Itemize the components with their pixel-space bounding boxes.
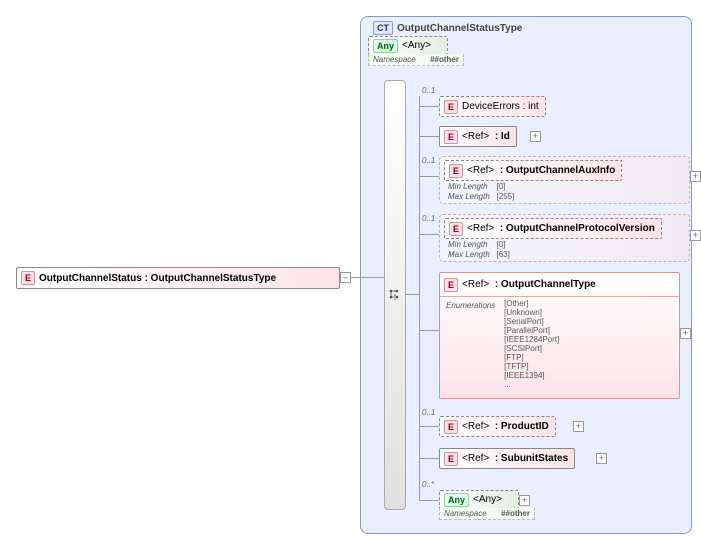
connector	[419, 136, 439, 137]
ref-tag: <Ref>	[462, 131, 489, 142]
connector	[405, 294, 419, 295]
device-errors-label: DeviceErrors : int	[462, 99, 545, 114]
connector	[361, 277, 384, 278]
max-value: [255]	[496, 192, 514, 201]
ns-value: ##other	[430, 55, 459, 64]
occurrence: 0..*	[422, 480, 434, 489]
any-label: <Any>	[473, 492, 508, 507]
schema-diagram: E OutputChannelStatus : OutputChannelSta…	[10, 10, 691, 533]
ct-name: OutputChannelStatusType	[397, 23, 522, 34]
proto-ref-element: E <Ref> : OutputChannelProtocolVersion	[444, 218, 662, 239]
aux-ref-element: E <Ref> : OutputChannelAuxInfo	[444, 160, 622, 181]
root-element: E OutputChannelStatus : OutputChannelSta…	[16, 267, 340, 289]
enum-value: ...	[504, 380, 559, 389]
enum-value: [IEEE1394]	[504, 371, 559, 380]
enum-value: [SCSIPort]	[504, 344, 559, 353]
connector	[419, 176, 439, 177]
ns-label: Namespace	[444, 509, 487, 518]
element-badge: E	[444, 100, 458, 114]
ref-tag: <Ref>	[462, 421, 489, 432]
enum-value: [FTP]	[504, 353, 559, 362]
expand-toggle[interactable]: +	[680, 328, 691, 339]
complex-type-title: CT OutputChannelStatusType	[369, 21, 522, 35]
any-bottom-namespace-row: Namespace ##other	[439, 508, 535, 520]
any-badge: Any	[444, 493, 469, 507]
element-badge: E	[444, 130, 458, 144]
any-badge: Any	[373, 39, 398, 53]
expand-toggle[interactable]: +	[573, 421, 584, 432]
ref-tag: <Ref>	[462, 279, 489, 290]
expand-toggle[interactable]: +	[519, 495, 530, 506]
ns-value: ##other	[501, 509, 530, 518]
ns-label: Namespace	[373, 55, 416, 64]
max-value: [63]	[496, 250, 509, 259]
type-ref-element: E <Ref> : OutputChannelType Enumerations…	[439, 272, 680, 399]
element-badge: E	[444, 452, 458, 466]
proto-name: : OutputChannelProtocolVersion	[500, 223, 655, 234]
enum-value: [Other]	[504, 299, 559, 308]
occurrence: 0..1	[422, 214, 435, 223]
element-badge: E	[21, 271, 35, 285]
sequence-icon	[388, 288, 400, 303]
id-ref-element: E <Ref> : Id	[439, 126, 517, 147]
ct-badge: CT	[373, 21, 393, 35]
min-label: Min Length	[448, 240, 488, 249]
ref-tag: <Ref>	[467, 165, 494, 176]
min-label: Min Length	[448, 182, 488, 191]
enum-label: Enumerations	[440, 299, 495, 310]
aux-name: : OutputChannelAuxInfo	[500, 165, 616, 176]
occurrence: 0..1	[422, 408, 435, 417]
min-value: [0]	[496, 182, 505, 191]
expand-toggle[interactable]: –	[340, 272, 351, 283]
any-top-namespace-row: Namespace ##other	[368, 54, 464, 66]
enum-list: [Other][Unknown][SerialPort][ParallelPor…	[498, 299, 559, 389]
connector	[419, 234, 439, 235]
connector	[419, 330, 439, 331]
proto-max-row: Max Length [63]	[444, 249, 514, 260]
device-errors-element: E DeviceErrors : int	[439, 96, 546, 117]
enum-value: [SerialPort]	[504, 317, 559, 326]
product-ref-element: E <Ref> : ProductID	[439, 416, 556, 437]
element-badge: E	[449, 164, 463, 178]
id-name: : Id	[495, 131, 510, 142]
ref-tag: <Ref>	[467, 223, 494, 234]
any-bottom: Any <Any>	[439, 490, 519, 509]
expand-toggle[interactable]: +	[596, 453, 607, 464]
enum-value: [Unknown]	[504, 308, 559, 317]
product-name: : ProductID	[495, 421, 549, 432]
expand-toggle[interactable]: +	[690, 171, 701, 182]
enum-value: [ParallelPort]	[504, 326, 559, 335]
connector	[419, 500, 439, 501]
states-ref-element: E <Ref> : SubunitStates	[439, 448, 575, 469]
connector	[419, 458, 439, 459]
occurrence: 0..1	[422, 156, 435, 165]
expand-toggle[interactable]: +	[690, 230, 701, 241]
aux-max-row: Max Length [255]	[444, 191, 518, 202]
occurrence: 0..1	[422, 86, 435, 95]
min-value: [0]	[496, 240, 505, 249]
max-label: Max Length	[448, 192, 490, 201]
root-label: OutputChannelStatus : OutputChannelStatu…	[39, 271, 282, 286]
max-label: Max Length	[448, 250, 490, 259]
enum-value: [IEEE1284Port]	[504, 335, 559, 344]
connector	[419, 426, 439, 427]
connector	[419, 106, 439, 107]
element-badge: E	[444, 420, 458, 434]
states-name: : SubunitStates	[495, 453, 568, 464]
any-label: <Any>	[402, 38, 437, 53]
element-badge: E	[444, 278, 458, 292]
enum-value: [TFTP]	[504, 362, 559, 371]
ref-tag: <Ref>	[462, 453, 489, 464]
element-badge: E	[449, 222, 463, 236]
any-top: Any <Any>	[368, 36, 448, 55]
expand-toggle[interactable]: +	[530, 131, 541, 142]
connector	[419, 96, 420, 500]
type-name: : OutputChannelType	[495, 279, 596, 290]
